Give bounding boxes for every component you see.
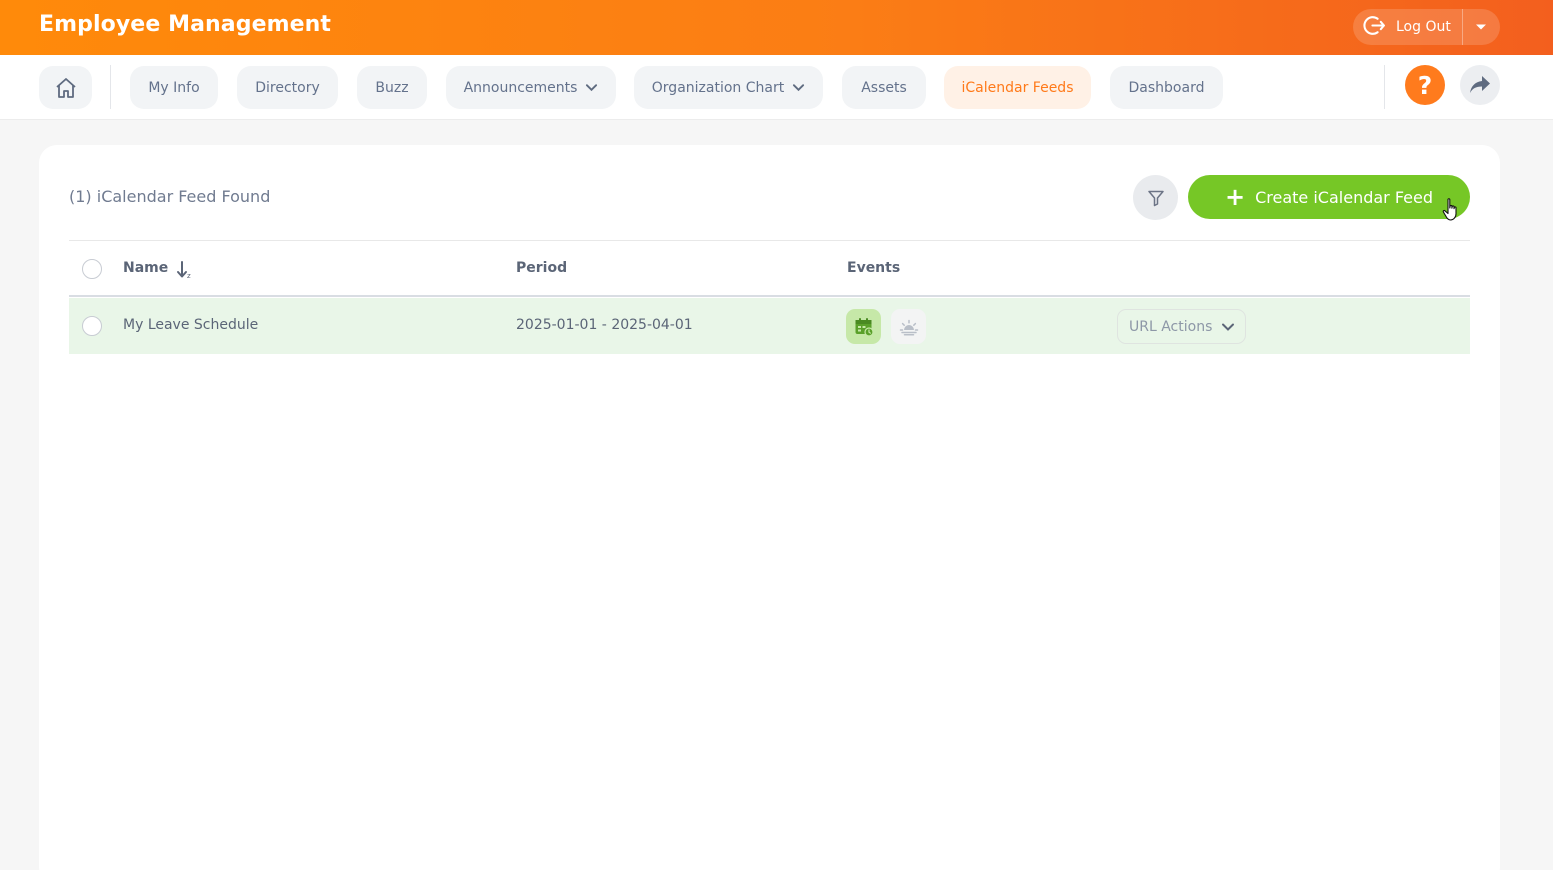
tab-label: My Info [148,79,200,96]
sort-ascending-icon[interactable]: z [176,260,194,280]
tab-dashboard[interactable]: Dashboard [1110,66,1223,109]
share-arrow-icon [1470,76,1490,93]
filter-icon [1147,190,1164,206]
app-title: Employee Management [39,12,332,37]
create-button-label: Create iCalendar Feed [1255,187,1434,207]
column-header-events: Events [847,260,901,276]
select-all-checkbox[interactable] [82,259,102,279]
feed-period: 2025-01-01 - 2025-04-01 [516,317,693,333]
holiday-sun-icon [899,319,918,336]
nav-divider [1384,65,1385,109]
plus-icon: + [1225,183,1246,211]
leave-calendar-icon [855,317,874,337]
table-header: Name z Period Events [69,241,1470,297]
nav-divider [110,65,111,109]
logout-button[interactable]: Log Out [1353,9,1462,45]
table-row[interactable]: My Leave Schedule 2025-01-01 - 2025-04-0… [69,298,1470,354]
logout-icon [1362,13,1387,42]
chevron-down-icon [1222,323,1235,331]
tab-directory[interactable]: Directory [237,66,338,109]
tab-my-info[interactable]: My Info [130,66,218,109]
help-icon: ? [1417,70,1433,100]
tab-label: Organization Chart [651,79,785,96]
column-header-name: Name [123,260,169,276]
top-header-bar: Employee Management Log Out [0,0,1553,55]
tab-label: Buzz [375,79,409,96]
tab-label: iCalendar Feeds [961,79,1074,96]
tab-buzz[interactable]: Buzz [357,66,427,109]
tab-label: Dashboard [1128,79,1205,96]
url-actions-label: URL Actions [1129,318,1213,335]
chevron-down-icon [793,84,805,92]
tab-announcements[interactable]: Announcements [446,66,616,109]
hand-pointer-cursor-icon [1442,198,1457,221]
tab-icalendar-feeds[interactable]: iCalendar Feeds [944,66,1091,109]
logout-button-group: Log Out [1353,9,1500,45]
tab-label: Assets [861,79,907,96]
leave-event-badge[interactable] [846,309,881,344]
svg-text:z: z [187,272,191,280]
row-checkbox[interactable] [82,316,102,336]
help-button[interactable]: ? [1405,65,1445,105]
main-navigation: My Info Directory Buzz Announcements Org… [0,55,1553,120]
share-button[interactable] [1460,65,1500,105]
tab-organization-chart[interactable]: Organization Chart [634,66,823,109]
caret-down-icon [1476,24,1487,30]
feeds-card: (1) iCalendar Feed Found + Create iCalen… [39,145,1500,870]
logout-label: Log Out [1396,19,1451,35]
filter-button[interactable] [1133,175,1178,220]
tab-label: Announcements [463,79,578,96]
home-icon [55,77,76,98]
logout-dropdown-toggle[interactable] [1463,9,1500,45]
create-icalendar-feed-button[interactable]: + Create iCalendar Feed [1188,175,1470,219]
chevron-down-icon [586,84,598,92]
tab-assets[interactable]: Assets [842,66,926,109]
tab-label: Directory [255,79,320,96]
records-found-text: (1) iCalendar Feed Found [69,187,271,206]
url-actions-dropdown[interactable]: URL Actions [1117,309,1246,344]
column-header-period: Period [516,260,568,276]
holiday-event-badge[interactable] [891,309,926,344]
feed-name: My Leave Schedule [123,317,259,333]
home-button[interactable] [39,66,92,109]
